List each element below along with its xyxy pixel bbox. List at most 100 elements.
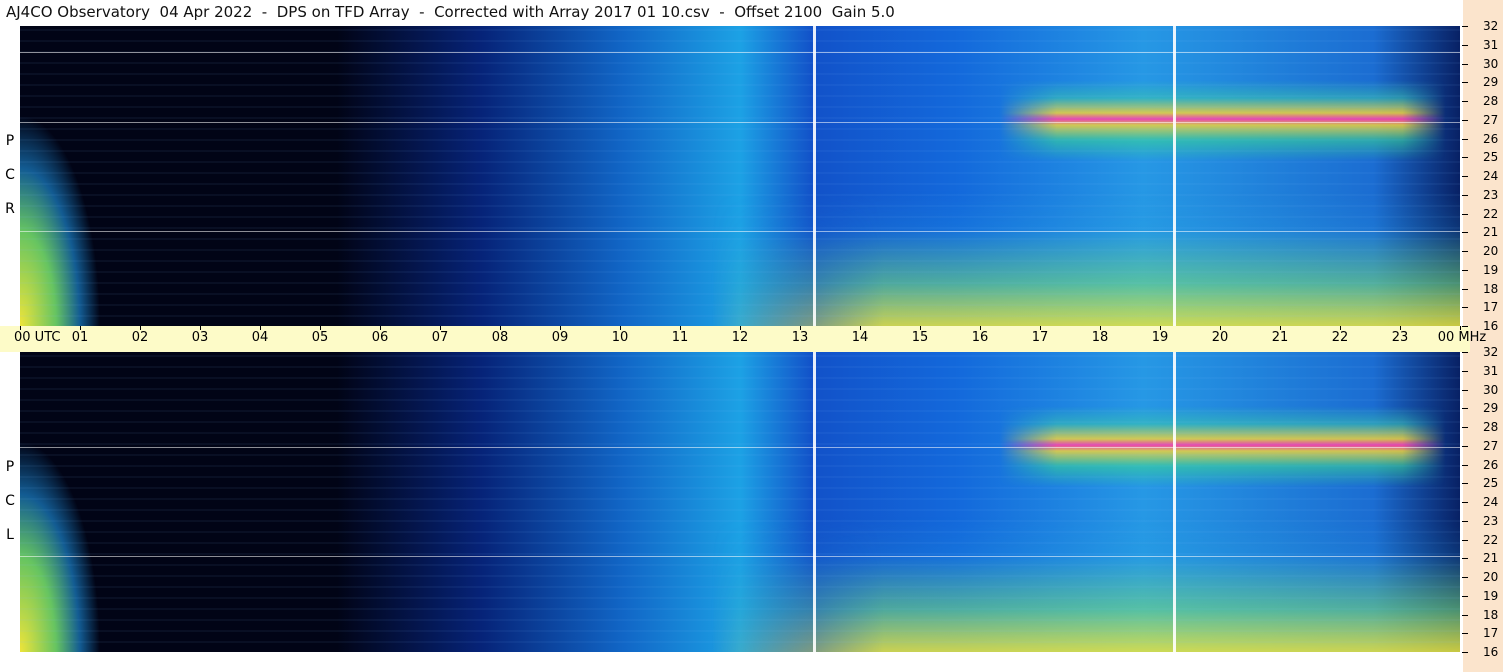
frequency-tick xyxy=(1462,194,1468,196)
spectrogram-line xyxy=(20,231,1460,232)
frequency-tick xyxy=(1462,63,1468,65)
time-tick-label: 13 xyxy=(791,330,809,345)
spectrogram-line xyxy=(20,447,1460,448)
polarization-letter-bottom: L xyxy=(6,527,14,543)
frequency-tick xyxy=(1462,101,1468,102)
frequency-label-bottom: 16 xyxy=(1483,645,1499,659)
window-title: AJ4CO Observatory 04 Apr 2022 - DPS on T… xyxy=(0,0,1460,25)
frequency-label-top: 23 xyxy=(1483,187,1499,202)
time-tick-label: 20 xyxy=(1211,330,1229,345)
spectrogram-vertical-line xyxy=(1173,26,1176,326)
time-tick-label: 03 xyxy=(191,330,209,345)
spectrogram-vertical-line xyxy=(1173,352,1176,652)
spectrogram-vertical-line xyxy=(813,26,816,326)
time-tick-label: 23 xyxy=(1391,330,1409,345)
polarization-letter-bottom: C xyxy=(5,493,15,509)
spectrogram-line xyxy=(20,122,1460,123)
frequency-tick xyxy=(1462,539,1468,541)
frequency-tick xyxy=(1462,251,1468,252)
time-tick-label: 02 xyxy=(131,330,149,345)
polarization-letter-top: P xyxy=(5,133,15,149)
frequency-label-bottom: 25 xyxy=(1483,476,1499,491)
time-tick-label: 07 xyxy=(431,330,449,345)
frequency-label-top: 27 xyxy=(1483,112,1499,127)
spectrogram-lcp xyxy=(20,352,1460,652)
frequency-tick xyxy=(1462,213,1468,215)
frequency-tick xyxy=(1462,633,1468,635)
frequency-label-bottom: 27 xyxy=(1483,438,1499,453)
streak-texture xyxy=(20,352,1460,652)
frequency-tick xyxy=(1462,232,1468,234)
frequency-label-bottom: 24 xyxy=(1483,495,1499,509)
frequency-label-bottom: 21 xyxy=(1483,551,1499,566)
time-tick-label: 14 xyxy=(851,330,869,345)
time-tick-label: 22 xyxy=(1331,330,1349,345)
frequency-label-top: 21 xyxy=(1483,225,1499,240)
frequency-label-top: 25 xyxy=(1483,150,1499,165)
time-tick-label: 16 xyxy=(971,330,989,345)
frequency-tick xyxy=(1462,157,1468,159)
frequency-label-bottom: 31 xyxy=(1483,363,1499,378)
time-tick-label: 18 xyxy=(1091,330,1109,345)
frequency-tick xyxy=(1462,352,1468,353)
frequency-label-top: 29 xyxy=(1483,75,1499,90)
frequency-label-top: 20 xyxy=(1483,244,1499,258)
spectrogram-line xyxy=(20,52,1460,53)
frequency-tick xyxy=(1462,558,1468,560)
time-tick-label: 08 xyxy=(491,330,509,345)
time-tick-label: 10 xyxy=(611,330,629,345)
frequency-label-top: 18 xyxy=(1483,281,1499,296)
frequency-tick xyxy=(1462,138,1468,140)
time-tick-label: 09 xyxy=(551,330,569,345)
frequency-tick xyxy=(1462,502,1468,503)
frequency-tick xyxy=(1462,614,1468,616)
time-tick-label: 00 MHz xyxy=(1437,330,1487,345)
frequency-label-bottom: 18 xyxy=(1483,607,1499,622)
frequency-tick xyxy=(1462,445,1468,447)
frequency-label-top: 17 xyxy=(1483,300,1499,315)
frequency-label-top: 19 xyxy=(1483,262,1499,277)
frequency-tick xyxy=(1462,595,1468,597)
frequency-label-top: 22 xyxy=(1483,206,1499,221)
frequency-tick xyxy=(1462,520,1468,522)
frequency-tick xyxy=(1462,288,1468,290)
polarization-letter-top: R xyxy=(5,201,15,217)
time-tick-label: 19 xyxy=(1151,330,1169,345)
frequency-label-top: 28 xyxy=(1483,94,1499,108)
frequency-label-bottom: 30 xyxy=(1483,382,1499,397)
frequency-label-top: 16 xyxy=(1483,319,1499,333)
streak-texture xyxy=(20,26,1460,326)
time-tick-label: 17 xyxy=(1031,330,1049,345)
time-tick-label: 05 xyxy=(311,330,329,345)
polarization-letter-top: C xyxy=(5,167,15,183)
time-axis: 00 UTC 01 02 03 04 05 06 07 08 09 10 11 12 13 14 15 16 17… xyxy=(0,326,1486,352)
frequency-tick xyxy=(1462,408,1468,410)
frequency-label-bottom: 23 xyxy=(1483,513,1499,528)
frequency-label-bottom: 22 xyxy=(1483,532,1499,547)
frequency-tick xyxy=(1462,483,1468,485)
spectrogram-rcp xyxy=(20,26,1460,326)
frequency-label-bottom: 29 xyxy=(1483,401,1499,416)
time-tick-label: 11 xyxy=(671,330,689,345)
time-tick-label: 04 xyxy=(251,330,269,345)
frequency-tick xyxy=(1462,427,1468,428)
frequency-tick xyxy=(1462,44,1468,46)
frequency-label-bottom: 17 xyxy=(1483,626,1499,641)
time-tick-label: 15 xyxy=(911,330,929,345)
frequency-tick xyxy=(1462,176,1468,177)
frequency-label-top: 31 xyxy=(1483,37,1499,52)
frequency-label-bottom: 26 xyxy=(1483,457,1499,472)
frequency-tick xyxy=(1462,82,1468,84)
frequency-tick xyxy=(1462,119,1468,121)
spectrogram-vertical-line xyxy=(813,352,816,652)
frequency-tick xyxy=(1462,307,1468,309)
frequency-label-bottom: 32 xyxy=(1483,345,1499,359)
frequency-tick xyxy=(1462,389,1468,391)
frequency-label-top: 32 xyxy=(1483,19,1499,33)
time-tick-label: 21 xyxy=(1271,330,1289,345)
frequency-tick xyxy=(1462,464,1468,466)
time-tick-label: 12 xyxy=(731,330,749,345)
time-tick-label: 00 UTC xyxy=(14,330,61,345)
polarization-letter-bottom: P xyxy=(5,459,15,475)
time-tick-label: 06 xyxy=(371,330,389,345)
